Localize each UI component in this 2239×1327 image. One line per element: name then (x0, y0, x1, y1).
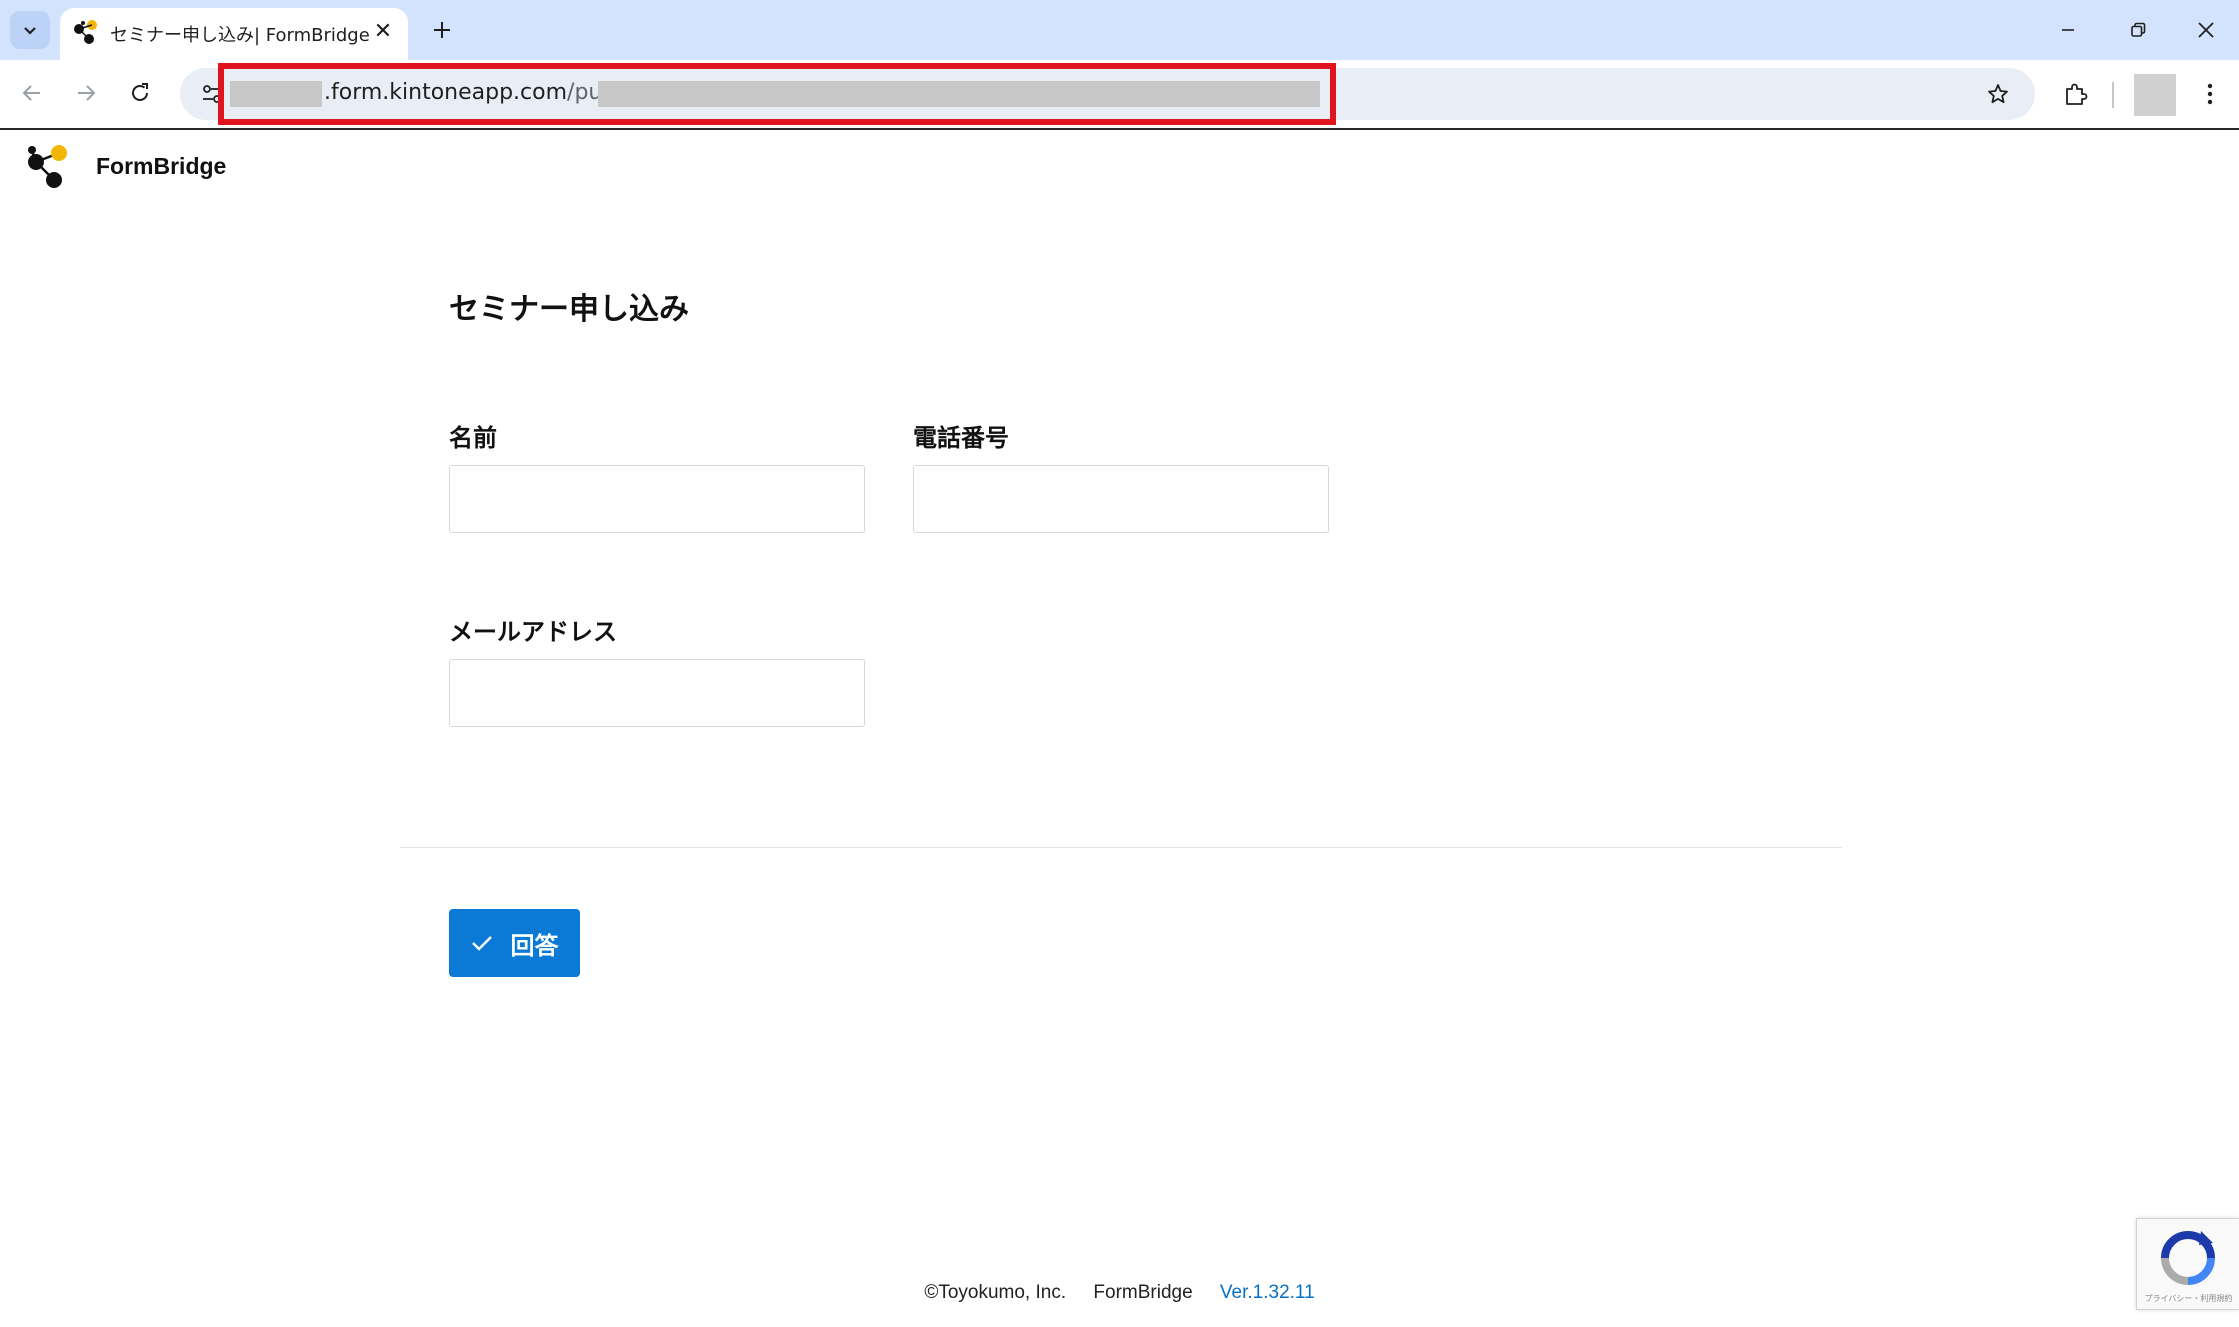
restore-button[interactable] (2118, 12, 2158, 48)
browser-titlebar: セミナー申し込み| FormBridge ✕ (0, 0, 2239, 60)
forward-button[interactable] (66, 73, 106, 113)
address-bar[interactable]: .form.kintoneapp.com/public/ (180, 63, 2035, 125)
arrow-right-icon (78, 85, 96, 101)
email-input[interactable] (449, 659, 865, 727)
minimize-button[interactable] (2048, 12, 2088, 48)
form-divider (400, 847, 1842, 848)
star-icon (1988, 84, 2008, 104)
reload-button[interactable] (120, 73, 160, 113)
submit-label: 回答 (510, 932, 559, 960)
name-field-label: 名前 (449, 424, 497, 452)
puzzle-icon (2066, 83, 2088, 105)
kebab-icon (2207, 83, 2213, 105)
tab-list-button[interactable] (10, 11, 50, 49)
check-icon (471, 936, 492, 951)
back-button[interactable] (12, 73, 52, 113)
plus-icon (434, 22, 450, 38)
arrow-left-icon (22, 85, 40, 101)
close-window-button[interactable] (2186, 12, 2226, 48)
recaptcha-terms-text: プライバシー・利用規約 (2144, 1294, 2233, 1303)
submit-button[interactable]: 回答 (449, 909, 580, 977)
tab-close-icon[interactable]: ✕ (370, 20, 396, 46)
brand-name: FormBridge (96, 152, 227, 179)
browser-toolbar: .form.kintoneapp.com/public/ (0, 60, 2239, 130)
browser-tab-active[interactable]: セミナー申し込み| FormBridge ✕ (60, 8, 408, 60)
close-icon (2198, 22, 2214, 38)
browser-menu-button[interactable] (2190, 74, 2230, 114)
formbridge-logo-icon (74, 20, 97, 44)
chevron-down-icon (24, 27, 36, 35)
formbridge-logo-icon (28, 145, 67, 188)
profile-avatar[interactable] (2134, 74, 2176, 116)
app-brand: FormBridge (24, 142, 226, 190)
bookmark-button[interactable] (1980, 76, 2016, 112)
phone-field-label: 電話番号 (913, 424, 1009, 452)
recaptcha-icon (2161, 1231, 2215, 1285)
name-input[interactable] (449, 465, 865, 533)
footer-version-link[interactable]: Ver.1.32.11 (1220, 1282, 1315, 1303)
toolbar-separator (2112, 82, 2114, 108)
restore-icon (2131, 22, 2146, 37)
form-title: セミナー申し込み (449, 292, 689, 327)
minimize-icon (2062, 29, 2074, 31)
tab-title: セミナー申し込み| FormBridge (110, 25, 370, 46)
recaptcha-badge[interactable]: プライバシー・利用規約 (2136, 1218, 2239, 1310)
new-tab-button[interactable] (424, 12, 460, 48)
url-highlight-box (218, 63, 1336, 125)
email-field-label: メールアドレス (449, 618, 617, 646)
reload-icon (132, 83, 148, 101)
phone-input[interactable] (913, 465, 1329, 533)
footer-product: FormBridge (1093, 1282, 1193, 1303)
page-footer: ©Toyokumo, Inc. FormBridge Ver.1.32.11 (0, 1282, 2239, 1304)
footer-copyright: ©Toyokumo, Inc. (924, 1282, 1067, 1303)
extensions-button[interactable] (2056, 74, 2096, 114)
